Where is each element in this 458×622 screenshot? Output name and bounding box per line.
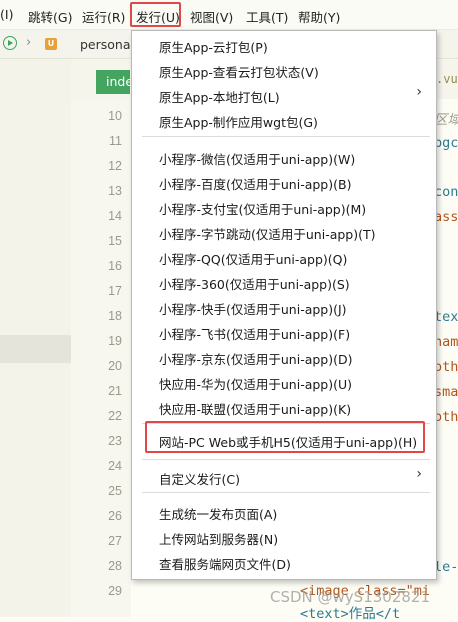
line-number: 10 [108, 109, 122, 123]
menu-item-app-cloud-build[interactable]: 原生App-云打包(P) [159, 37, 268, 56]
menu-item-app-wgt[interactable]: 原生App-制作应用wgt包(G) [159, 112, 318, 131]
watermark: CSDN @wyS1302821 [270, 588, 431, 606]
web-h5-highlight [145, 421, 425, 453]
code-fragment: bgc [434, 135, 458, 151]
submenu-arrow-icon: › [416, 466, 422, 482]
publish-menu-highlight [130, 2, 181, 27]
line-number: 22 [108, 409, 122, 423]
menu-item-app-cloud-status[interactable]: 原生App-查看云打包状态(V) [159, 62, 319, 81]
line-number: 13 [108, 184, 122, 198]
code-fragment: con [434, 184, 458, 200]
menu-item-view-server-files[interactable]: 查看服务端网页文件(D) [159, 554, 291, 573]
menu-bar: (I) 跳转(G) 运行(R) 发行(U) 视图(V) 工具(T) 帮助(Y) [0, 0, 458, 30]
menu-item-mp-kuaishou[interactable]: 小程序-快手(仅适用于uni-app)(J) [159, 299, 347, 318]
menu-item-mp-qq[interactable]: 小程序-QQ(仅适用于uni-app)(Q) [159, 249, 347, 268]
menu-run[interactable]: 运行(R) [82, 7, 125, 26]
menu-item-custom-publish[interactable]: 自定义发行(C) [159, 469, 240, 488]
menu-item-mp-jd[interactable]: 小程序-京东(仅适用于uni-app)(D) [159, 349, 353, 368]
chevron-right-icon: › [26, 35, 32, 50]
line-number: 26 [108, 509, 122, 523]
code-fragment: oth [434, 409, 458, 425]
publish-dropdown-menu: 原生App-云打包(P) 原生App-查看云打包状态(V) 原生App-本地打包… [131, 30, 437, 580]
line-number: 21 [108, 384, 122, 398]
submenu-arrow-icon: › [416, 84, 422, 100]
line-number: 28 [108, 559, 122, 573]
line-number: 24 [108, 459, 122, 473]
breadcrumb-path[interactable]: persona [80, 37, 131, 52]
menu-item-app-local-build[interactable]: 原生App-本地打包(L) [159, 87, 280, 106]
code-fragment: tex [434, 309, 458, 325]
menu-item-mp-alipay[interactable]: 小程序-支付宝(仅适用于uni-app)(M) [159, 199, 366, 218]
menu-view[interactable]: 视图(V) [190, 7, 233, 26]
line-number: 19 [108, 334, 122, 348]
line-number: 18 [108, 309, 122, 323]
menu-separator [142, 492, 430, 493]
line-number: 14 [108, 209, 122, 223]
menu-separator [142, 136, 430, 137]
menu-item-mp-360[interactable]: 小程序-360(仅适用于uni-app)(S) [159, 274, 350, 293]
code-fragment: .vue [436, 72, 458, 86]
line-number: 25 [108, 484, 122, 498]
menu-item-generate-publish-page[interactable]: 生成统一发布页面(A) [159, 504, 277, 523]
menu-help[interactable]: 帮助(Y) [298, 7, 340, 26]
line-number: 29 [108, 584, 122, 598]
run-icon[interactable] [3, 36, 17, 50]
code-fragment: le- [434, 559, 458, 575]
menu-item-quickapp-huawei[interactable]: 快应用-华为(仅适用于uni-app)(U) [159, 374, 352, 393]
menu-tools[interactable]: 工具(T) [246, 7, 288, 26]
project-sidebar[interactable] [0, 59, 72, 617]
code-fragment: oth [434, 359, 458, 375]
code-fragment: sma [434, 384, 458, 400]
line-number: 16 [108, 259, 122, 273]
tab-index[interactable]: inde [96, 70, 130, 94]
line-number: 12 [108, 159, 122, 173]
file-icon: U [45, 38, 57, 50]
menu-item-mp-lark[interactable]: 小程序-飞书(仅适用于uni-app)(F) [159, 324, 350, 343]
line-number: 15 [108, 234, 122, 248]
menu-input[interactable]: (I) [0, 7, 13, 22]
menu-item-mp-weixin[interactable]: 小程序-微信(仅适用于uni-app)(W) [159, 149, 355, 168]
line-number: 20 [108, 359, 122, 373]
sidebar-selected-item[interactable] [0, 335, 71, 363]
menu-item-mp-toutiao[interactable]: 小程序-字节跳动(仅适用于uni-app)(T) [159, 224, 376, 243]
code-fragment: nam [434, 334, 458, 350]
menu-item-upload-website[interactable]: 上传网站到服务器(N) [159, 529, 278, 548]
line-number: 17 [108, 284, 122, 298]
line-number: 27 [108, 534, 122, 548]
menu-goto[interactable]: 跳转(G) [28, 7, 72, 26]
menu-separator [142, 459, 430, 460]
line-number: 23 [108, 434, 122, 448]
line-number: 11 [109, 134, 122, 148]
code-fragment: ass [434, 209, 458, 225]
menu-item-mp-baidu[interactable]: 小程序-百度(仅适用于uni-app)(B) [159, 174, 351, 193]
code-fragment: 区域 [434, 112, 458, 128]
menu-item-quickapp-union[interactable]: 快应用-联盟(仅适用于uni-app)(K) [159, 399, 351, 418]
